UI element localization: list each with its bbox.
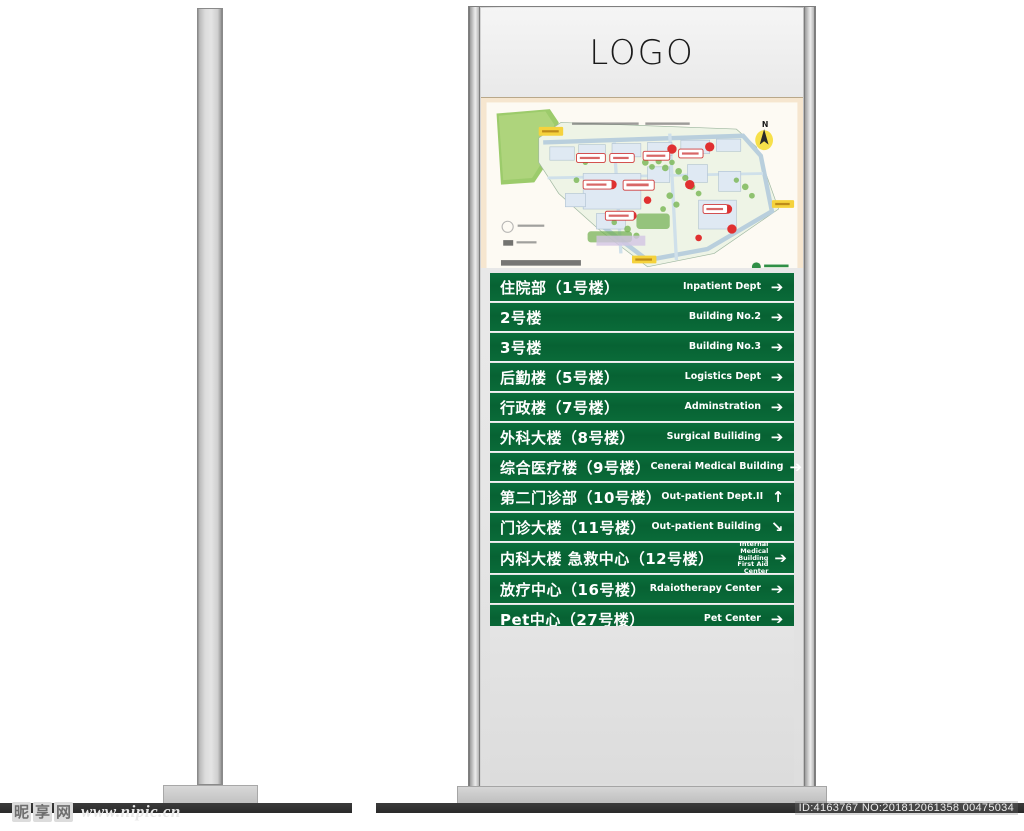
right-front-elevation: LOGO N 住院部 （1号楼） Inpatient Dept ➔ 2号楼 Bu… bbox=[376, 0, 1024, 831]
watermark-char: 昵 bbox=[12, 802, 32, 822]
directory-row-building: （5号楼） bbox=[546, 368, 620, 387]
directory-row-building: （1号楼） bbox=[546, 278, 620, 297]
directory-list: 住院部 （1号楼） Inpatient Dept ➔ 2号楼 Building … bbox=[490, 273, 802, 635]
directory-row-building: （11号楼） bbox=[562, 518, 646, 537]
directory-row-building: （12号楼） bbox=[629, 549, 714, 568]
arrow-right-icon: ➔ bbox=[770, 337, 784, 356]
sign-frame: LOGO N 住院部 （1号楼） Inpatient Dept ➔ 2号楼 Bu… bbox=[468, 6, 816, 788]
directory-row-building: （9号楼） bbox=[577, 458, 651, 477]
arrow-right-icon: ➔ bbox=[770, 277, 784, 296]
campus-map-illustration: N bbox=[481, 98, 803, 268]
directory-row-building: （8号楼） bbox=[562, 428, 635, 447]
left-side-elevation bbox=[0, 0, 400, 831]
directory-row[interactable]: 第二门诊部 （10号楼） Out-patient Dept.II ↑ bbox=[490, 483, 794, 511]
watermark-url: www.nipic.cn bbox=[81, 802, 181, 821]
svg-text:N: N bbox=[762, 120, 769, 129]
directory-row[interactable]: 行政楼 （7号楼） Adminstration ➔ bbox=[490, 393, 794, 421]
directory-row-en: Building No.2 bbox=[688, 311, 761, 323]
watermark-char: 网 bbox=[54, 802, 74, 822]
sign-face: LOGO N 住院部 （1号楼） Inpatient Dept ➔ 2号楼 Bu… bbox=[481, 8, 803, 786]
directory-row-en: Inpatient Dept bbox=[682, 281, 761, 293]
directory-row-en: Building No.3 bbox=[688, 341, 761, 353]
directory-row[interactable]: 外科大楼 （8号楼） Surgical Builiding ➔ bbox=[490, 423, 794, 451]
directory-row[interactable]: 门诊大楼 （11号楼） Out-patient Building ↘ bbox=[490, 513, 794, 541]
directory-row-cn: 内科大楼 急救中心 bbox=[500, 549, 630, 568]
watermark-char: 享 bbox=[33, 802, 53, 822]
directory-row-cn: 综合医疗楼 bbox=[500, 458, 578, 477]
sign-base bbox=[457, 786, 827, 804]
directory-row[interactable]: 放疗中心 （16号楼） Rdaiotherapy Center ➔ bbox=[490, 575, 794, 603]
directory-row-en: Rdaiotherapy Center bbox=[649, 583, 761, 595]
directory-row-cn: 行政楼 bbox=[500, 398, 547, 417]
directory-row-en: Adminstration bbox=[684, 401, 761, 413]
blank-lower-panel bbox=[490, 626, 794, 784]
watermark-id: ID:4163767 NO:201812061358 00475034 bbox=[794, 801, 1018, 815]
arrow-right-icon: ➔ bbox=[770, 367, 784, 386]
watermark-logo: 昵 享 网 bbox=[12, 802, 74, 822]
directory-row-building: （7号楼） bbox=[546, 398, 620, 417]
logo-text: LOGO bbox=[589, 32, 695, 73]
directory-row-en: Out-patient Dept.II bbox=[661, 491, 764, 503]
directory-row-building: （10号楼） bbox=[577, 488, 662, 507]
directory-row[interactable]: 2号楼 Building No.2 ➔ bbox=[490, 303, 794, 331]
arrow-down-right-icon: ↘ bbox=[770, 517, 784, 536]
arrow-right-icon: ➔ bbox=[789, 457, 803, 476]
logo-panel: LOGO bbox=[481, 8, 803, 98]
directory-row-en: Internal Medical Building First Aid Cent… bbox=[737, 539, 769, 576]
directory-row-cn: 后勤楼 bbox=[500, 368, 547, 387]
directory-row-cn: 2号楼 bbox=[500, 308, 542, 327]
directory-row-en: Out-patient Building bbox=[651, 521, 761, 533]
directory-row-cn: 门诊大楼 bbox=[500, 518, 563, 537]
directory-row-cn: 3号楼 bbox=[500, 338, 542, 357]
directory-row-en: Logistics Dept bbox=[684, 371, 761, 383]
arrow-right-icon: ➔ bbox=[770, 427, 784, 446]
arrow-right-icon: ➔ bbox=[770, 397, 784, 416]
directory-row[interactable]: 内科大楼 急救中心 （12号楼） Internal Medical Buildi… bbox=[490, 539, 794, 576]
sign-rail-left bbox=[469, 7, 480, 787]
arrow-right-icon: ➔ bbox=[770, 609, 784, 628]
sign-rail-right bbox=[804, 7, 815, 787]
directory-row[interactable]: 综合医疗楼 （9号楼） Cenerai Medical Building ➔ bbox=[490, 453, 802, 481]
directory-row-building: （16号楼） bbox=[562, 580, 646, 599]
directory-row-cn: 放疗中心 bbox=[500, 580, 563, 599]
pole-shaft bbox=[197, 8, 223, 785]
directory-row-en: Pet Center bbox=[703, 613, 761, 625]
directory-row-cn: 住院部 bbox=[500, 278, 547, 297]
directory-row-en: Cenerai Medical Building bbox=[650, 461, 784, 473]
campus-map-panel: N bbox=[481, 98, 803, 268]
arrow-up-icon: ↑ bbox=[771, 487, 785, 506]
directory-row-en: Surgical Builiding bbox=[666, 431, 761, 443]
directory-row-cn: 第二门诊部 bbox=[500, 488, 578, 507]
arrow-right-icon: ➔ bbox=[774, 548, 787, 567]
watermark-left: 昵 享 网 www.nipic.cn bbox=[12, 798, 181, 826]
arrow-right-icon: ➔ bbox=[770, 307, 784, 326]
directory-row[interactable]: 后勤楼 （5号楼） Logistics Dept ➔ bbox=[490, 363, 794, 391]
directory-row[interactable]: 住院部 （1号楼） Inpatient Dept ➔ bbox=[490, 273, 794, 301]
directory-row-cn: 外科大楼 bbox=[500, 428, 563, 447]
directory-row[interactable]: 3号楼 Building No.3 ➔ bbox=[490, 333, 794, 361]
arrow-right-icon: ➔ bbox=[770, 579, 784, 598]
